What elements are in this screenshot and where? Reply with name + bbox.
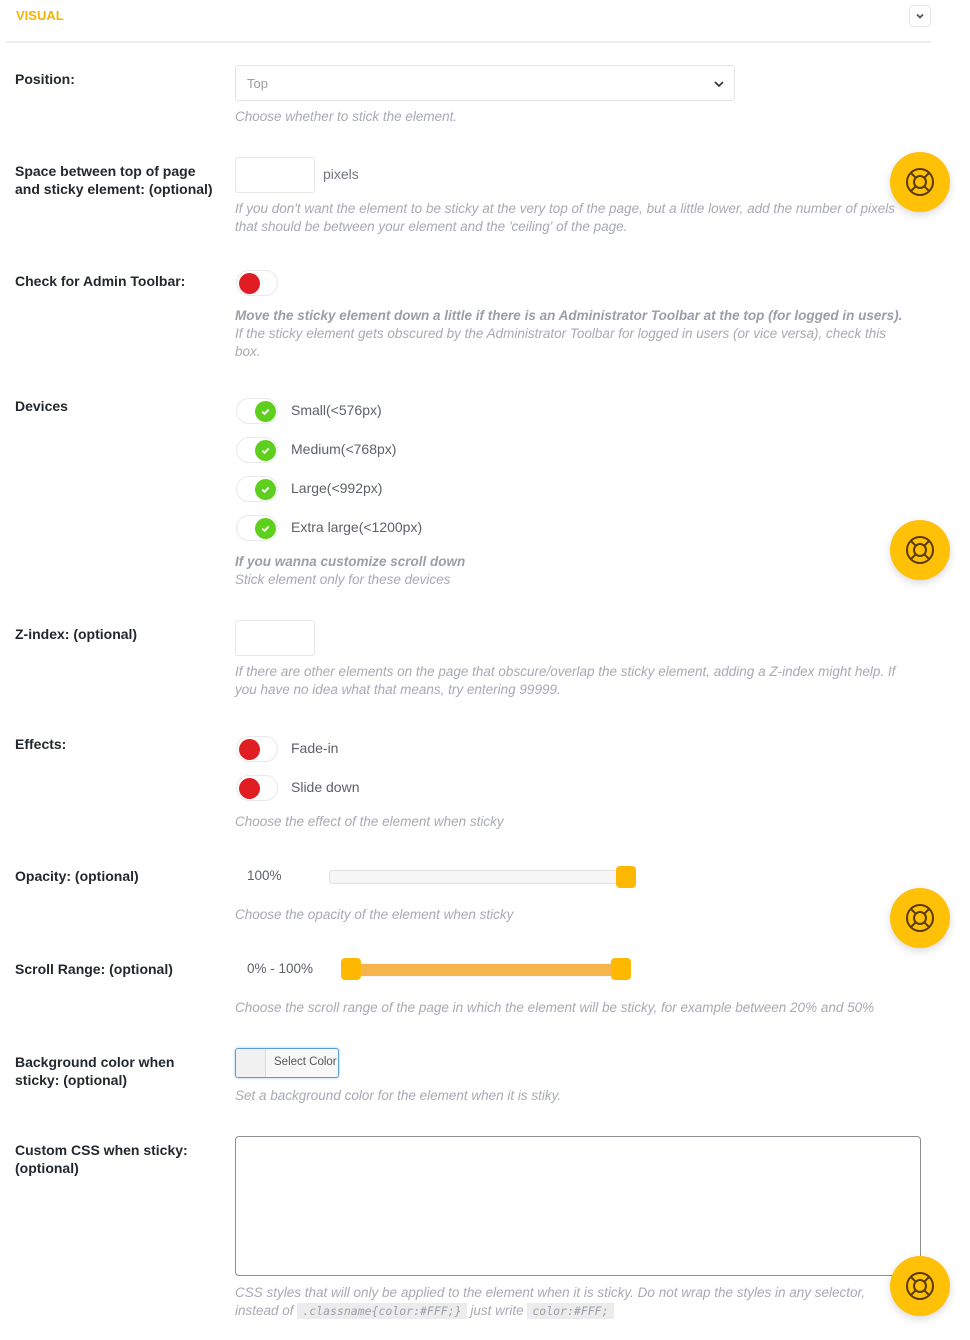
check-icon <box>261 408 270 416</box>
lifebuoy-icon <box>906 168 934 196</box>
device-label-large: Large(<992px) <box>291 480 383 496</box>
chevron-down-icon <box>916 13 924 19</box>
bg-color-label: Background color when sticky: (optional) <box>15 1054 175 1088</box>
effect-label-slide-down: Slide down <box>291 779 360 795</box>
help-button[interactable] <box>890 888 950 948</box>
select-color-button[interactable]: Select Color <box>235 1048 339 1078</box>
device-toggle-small[interactable] <box>236 398 278 424</box>
check-icon <box>261 525 270 533</box>
devices-label: Devices <box>15 398 68 414</box>
admin-toolbar-description-text: If the sticky element gets obscured by t… <box>235 326 887 359</box>
position-select[interactable]: Top <box>235 65 735 101</box>
devices-description-text: Stick element only for these devices <box>235 572 451 587</box>
position-label: Position: <box>15 71 75 87</box>
effects-description: Choose the effect of the element when st… <box>235 814 504 829</box>
zindex-input[interactable] <box>235 620 315 656</box>
device-toggle-medium[interactable] <box>236 437 278 463</box>
select-color-label: Select Color <box>274 1056 337 1068</box>
position-select-value: Top <box>247 76 268 91</box>
opacity-value: 100% <box>247 868 282 883</box>
opacity-description: Choose the opacity of the element when s… <box>235 907 514 922</box>
effect-toggle-slide-down[interactable] <box>236 775 278 801</box>
toggle-knob <box>255 440 276 461</box>
device-label-small: Small(<576px) <box>291 402 382 418</box>
lifebuoy-icon <box>906 536 934 564</box>
toggle-knob <box>255 518 276 539</box>
toggle-knob <box>239 739 260 760</box>
scroll-range-min-handle[interactable] <box>341 958 361 980</box>
devices-description-bold: If you wanna customize scroll down <box>235 554 466 569</box>
zindex-description: If there are other elements on the page … <box>235 664 896 697</box>
device-label-extra-large: Extra large(<1200px) <box>291 519 423 535</box>
color-swatch <box>236 1049 266 1077</box>
scroll-range-value: 0% - 100% <box>247 961 314 976</box>
space-description: If you don't want the element to be stic… <box>235 201 895 234</box>
admin-toolbar-description: Move the sticky element down a little if… <box>235 307 910 361</box>
devices-description: If you wanna customize scroll down Stick… <box>235 553 910 589</box>
help-button[interactable] <box>890 152 950 212</box>
scroll-range-slider[interactable] <box>341 958 631 980</box>
custom-css-code-example-2: color:#FFF; <box>527 1303 614 1319</box>
opacity-label: Opacity: (optional) <box>15 868 139 884</box>
admin-toolbar-label: Check for Admin Toolbar: <box>15 273 186 289</box>
opacity-slider[interactable] <box>329 866 636 888</box>
toggle-knob <box>239 273 260 294</box>
help-button[interactable] <box>890 520 950 580</box>
device-toggle-extra-large[interactable] <box>236 515 278 541</box>
scroll-range-label: Scroll Range: (optional) <box>15 961 173 977</box>
check-icon <box>261 486 270 494</box>
collapse-button[interactable] <box>909 5 931 27</box>
scroll-range-description: Choose the scroll range of the page in w… <box>235 1000 875 1015</box>
zindex-label: Z-index: (optional) <box>15 626 138 642</box>
scroll-range-max-handle[interactable] <box>611 958 631 980</box>
lifebuoy-icon <box>906 1272 934 1300</box>
custom-css-description-text-2: just write <box>470 1303 524 1318</box>
help-button[interactable] <box>890 1256 950 1316</box>
toggle-knob <box>255 401 276 422</box>
chevron-down-icon <box>714 81 724 88</box>
effects-label: Effects: <box>15 736 67 752</box>
lifebuoy-icon <box>906 904 934 932</box>
custom-css-description: CSS styles that will only be applied to … <box>235 1284 885 1320</box>
bg-color-description: Set a background color for the element w… <box>235 1088 562 1103</box>
section-title: VISUAL <box>16 8 64 23</box>
space-input[interactable] <box>235 157 315 193</box>
custom-css-code-example-1: .classname{color:#FFF;} <box>297 1303 467 1319</box>
effect-toggle-fade-in[interactable] <box>236 736 278 762</box>
space-unit: pixels <box>323 166 359 182</box>
space-label: Space between top of page and sticky ele… <box>15 163 213 197</box>
scroll-range-fill <box>351 964 621 976</box>
custom-css-label: Custom CSS when sticky: (optional) <box>15 1142 188 1176</box>
custom-css-textarea[interactable] <box>235 1136 921 1276</box>
admin-toolbar-description-bold: Move the sticky element down a little if… <box>235 308 903 323</box>
section-header: VISUAL <box>6 0 931 43</box>
effect-label-fade-in: Fade-in <box>291 740 339 756</box>
admin-toolbar-toggle[interactable] <box>236 270 278 296</box>
toggle-knob <box>255 479 276 500</box>
position-description: Choose whether to stick the element. <box>235 109 458 124</box>
device-toggle-large[interactable] <box>236 476 278 502</box>
check-icon <box>261 447 270 455</box>
device-label-medium: Medium(<768px) <box>291 441 397 457</box>
opacity-slider-handle[interactable] <box>616 866 636 888</box>
toggle-knob <box>239 778 260 799</box>
